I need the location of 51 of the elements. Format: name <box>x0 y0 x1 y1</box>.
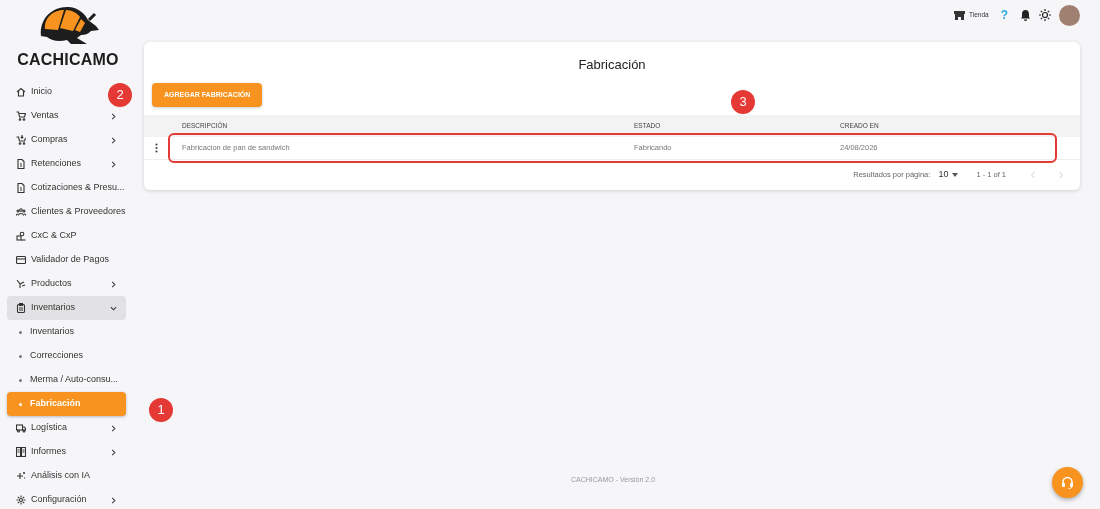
clipboard-icon <box>16 303 26 313</box>
sidebar-subitem[interactable]: Correcciones <box>7 344 126 368</box>
chevron-right-icon <box>110 280 117 288</box>
sidebar-item[interactable]: Clientes & Proveedores <box>7 200 135 224</box>
sidebar-item[interactable]: Inventarios <box>7 296 126 320</box>
step-marker: 2 <box>108 83 132 107</box>
sidebar-item[interactable]: Configuración <box>7 488 126 509</box>
report-icon <box>16 447 26 457</box>
avatar[interactable] <box>1059 4 1080 26</box>
sidebar-subitem[interactable]: Merma / Auto-consu... <box>7 368 126 392</box>
gear-icon <box>16 495 26 505</box>
brand-name: CACHICAMO <box>17 50 119 70</box>
user-card-icon <box>16 231 26 241</box>
caret-icon <box>952 173 959 177</box>
truck-icon <box>16 423 26 433</box>
chevron-right-icon <box>110 160 117 168</box>
page-title: Fabricación <box>577 56 647 74</box>
sun-icon[interactable] <box>1039 9 1051 21</box>
sparkle-icon <box>16 471 26 481</box>
sidebar-item[interactable]: CxC & CxP <box>7 224 86 248</box>
more-icon[interactable] <box>154 143 158 153</box>
chevron-right-icon <box>110 136 117 144</box>
sidebar-item[interactable]: Productos <box>7 272 126 296</box>
home-icon <box>16 87 26 97</box>
credit-card-icon <box>16 255 26 265</box>
cart-icon <box>16 135 26 145</box>
sidebar-item[interactable]: Análisis con IA <box>7 464 100 488</box>
chevron-down-icon <box>110 304 117 312</box>
sidebar-item[interactable]: Inicio <box>7 80 61 104</box>
sidebar-item[interactable]: Logística <box>7 416 126 440</box>
sidebar-item[interactable]: Validador de Pagos <box>7 248 118 272</box>
chevron-right-icon <box>110 448 117 456</box>
bell-icon[interactable] <box>1020 9 1031 21</box>
chevron-right-icon <box>110 424 117 432</box>
headset-icon <box>1061 476 1074 489</box>
document-icon <box>16 183 26 193</box>
document-icon <box>16 159 26 169</box>
sidebar-item[interactable]: Compras <box>7 128 126 152</box>
step-marker: 1 <box>149 398 173 422</box>
chevron-right-icon <box>110 496 117 504</box>
support-button[interactable] <box>1052 467 1083 498</box>
sidebar-item[interactable]: Ventas <box>7 104 126 128</box>
sidebar-item[interactable]: Informes <box>7 440 126 464</box>
people-icon <box>16 207 26 217</box>
sidebar-subitem[interactable]: Inventarios <box>7 320 126 344</box>
chevron-right-icon <box>110 112 117 120</box>
store-icon <box>954 10 965 20</box>
per-page-select[interactable]: 10 <box>938 168 959 182</box>
cart-icon <box>16 111 26 121</box>
sidebar-item[interactable]: Retenciones <box>7 152 126 176</box>
sidebar-item[interactable]: Cotizaciones & Presu... <box>7 176 134 200</box>
